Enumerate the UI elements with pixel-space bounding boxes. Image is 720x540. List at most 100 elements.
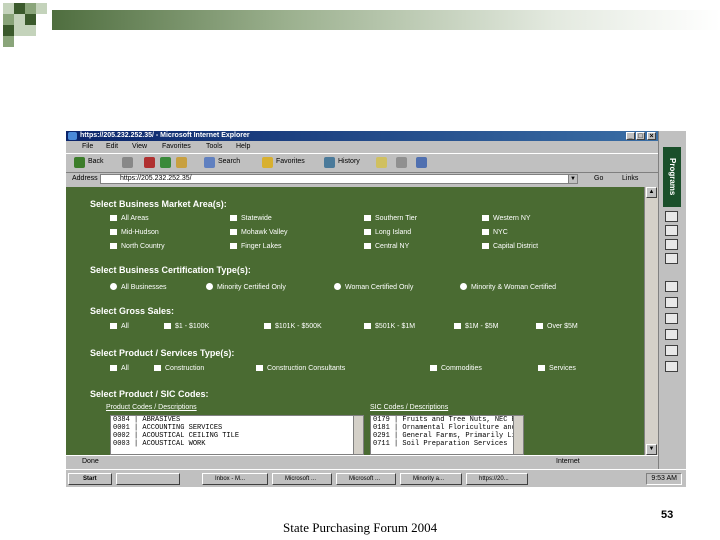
print-icon[interactable] bbox=[396, 157, 407, 168]
product-type-option[interactable]: Construction bbox=[154, 365, 204, 372]
window-titlebar: https://205.232.252.35/ - Microsoft Inte… bbox=[66, 131, 658, 141]
taskbar-item[interactable]: https://20... bbox=[466, 473, 528, 485]
quick-launch[interactable] bbox=[116, 473, 180, 485]
sales-option[interactable]: Over $5M bbox=[536, 323, 578, 330]
menu-view[interactable]: View bbox=[132, 143, 147, 150]
list-item[interactable]: 0291 | General Farms, Primarily Livesto bbox=[371, 432, 523, 440]
links-button[interactable]: Links bbox=[622, 175, 638, 182]
programs-sidebar: Programs bbox=[658, 131, 686, 469]
market-option[interactable]: Central NY bbox=[364, 243, 409, 250]
gross-sales-heading: Select Gross Sales: bbox=[90, 306, 175, 316]
sales-option[interactable]: $101K - $500K bbox=[264, 323, 322, 330]
edit-icon[interactable] bbox=[416, 157, 427, 168]
menu-help[interactable]: Help bbox=[236, 143, 250, 150]
market-option[interactable]: Mohawk Valley bbox=[230, 229, 288, 236]
shortcut-icon[interactable] bbox=[665, 211, 678, 222]
menu-tools[interactable]: Tools bbox=[206, 143, 222, 150]
history-button[interactable]: History bbox=[338, 158, 360, 165]
forward-arrow-icon[interactable] bbox=[122, 157, 133, 168]
history-icon[interactable] bbox=[324, 157, 335, 168]
address-dropdown-icon[interactable]: ▼ bbox=[568, 174, 578, 184]
back-arrow-icon[interactable] bbox=[74, 157, 85, 168]
programs-label[interactable]: Programs bbox=[663, 147, 681, 207]
market-option[interactable]: Mid-Hudson bbox=[110, 229, 159, 236]
slide-header-bar bbox=[52, 10, 720, 30]
shortcut-icon[interactable] bbox=[665, 281, 678, 292]
back-button[interactable]: Back bbox=[88, 158, 104, 165]
close-button[interactable]: × bbox=[647, 132, 656, 140]
shortcut-icon[interactable] bbox=[665, 239, 678, 250]
listbox-scrollbar[interactable] bbox=[513, 416, 523, 454]
product-type-option[interactable]: Services bbox=[538, 365, 576, 372]
taskbar-item[interactable]: Minority a... bbox=[400, 473, 462, 485]
list-item[interactable]: 0384 | ABRASIVES bbox=[111, 416, 363, 424]
shortcut-icon[interactable] bbox=[665, 313, 678, 324]
certification-radio[interactable]: All Businesses bbox=[110, 283, 167, 291]
sales-option[interactable]: $501K - $1M bbox=[364, 323, 415, 330]
market-option[interactable]: NYC bbox=[482, 229, 508, 236]
certification-radio[interactable]: Minority Certified Only bbox=[206, 283, 286, 291]
menu-favorites[interactable]: Favorites bbox=[162, 143, 191, 150]
menu-file[interactable]: File bbox=[82, 143, 93, 150]
list-item[interactable]: 0711 | Soil Preparation Services bbox=[371, 440, 523, 448]
shortcut-icon[interactable] bbox=[665, 361, 678, 372]
list-item[interactable]: 0003 | ACOUSTICAL WORK bbox=[111, 440, 363, 448]
page-scrollbar[interactable]: ▲ ▼ bbox=[644, 187, 659, 455]
maximize-button[interactable]: □ bbox=[636, 132, 645, 140]
market-option[interactable]: Capital District bbox=[482, 243, 538, 250]
taskbar-item[interactable]: Microsoft ... bbox=[336, 473, 396, 485]
certification-radio[interactable]: Woman Certified Only bbox=[334, 283, 413, 291]
listbox-scrollbar[interactable] bbox=[353, 416, 363, 454]
scroll-down-icon[interactable]: ▼ bbox=[646, 444, 657, 455]
stop-icon[interactable] bbox=[144, 157, 155, 168]
market-option[interactable]: Finger Lakes bbox=[230, 243, 281, 250]
market-option[interactable]: Statewide bbox=[230, 215, 272, 222]
market-option[interactable]: North Country bbox=[110, 243, 165, 250]
address-label: Address bbox=[72, 175, 98, 182]
shortcut-icon[interactable] bbox=[665, 329, 678, 340]
menu-bar: File Edit View Favorites Tools Help bbox=[66, 141, 658, 153]
refresh-icon[interactable] bbox=[160, 157, 171, 168]
address-value: https://205.232.252.35/ bbox=[120, 175, 192, 182]
search-button[interactable]: Search bbox=[218, 158, 240, 165]
sales-option[interactable]: $1 - $100K bbox=[164, 323, 209, 330]
product-codes-listbox[interactable]: 0384 | ABRASIVES 0001 | ACCOUNTING SERVI… bbox=[110, 415, 364, 455]
go-button[interactable]: Go bbox=[594, 175, 603, 182]
page-content: Select Business Market Area(s): All Area… bbox=[66, 187, 644, 455]
market-option[interactable]: All Areas bbox=[110, 215, 149, 222]
market-option[interactable]: Western NY bbox=[482, 215, 531, 222]
status-bar: Done Internet bbox=[66, 455, 658, 468]
list-item[interactable]: 0001 | ACCOUNTING SERVICES bbox=[111, 424, 363, 432]
market-option[interactable]: Long Island bbox=[364, 229, 411, 236]
product-type-option[interactable]: Commodities bbox=[430, 365, 482, 372]
favorites-button[interactable]: Favorites bbox=[276, 158, 305, 165]
taskbar-item[interactable]: Inbox - M... bbox=[202, 473, 268, 485]
product-type-option[interactable]: All bbox=[110, 365, 129, 372]
shortcut-icon[interactable] bbox=[665, 225, 678, 236]
certification-radio[interactable]: Minority & Woman Certified bbox=[460, 283, 556, 291]
minimize-button[interactable]: _ bbox=[626, 132, 635, 140]
scroll-up-icon[interactable]: ▲ bbox=[646, 187, 657, 198]
toolbar: Back Search Favorites History bbox=[66, 153, 658, 173]
market-option[interactable]: Southern Tier bbox=[364, 215, 417, 222]
list-item[interactable]: 0181 | Ornamental Floriculture and N... bbox=[371, 424, 523, 432]
list-item[interactable]: 0002 | ACOUSTICAL CEILING TILE bbox=[111, 432, 363, 440]
list-item[interactable]: 0179 | Fruits and Tree Nuts, NEC Else bbox=[371, 416, 523, 424]
mail-icon[interactable] bbox=[376, 157, 387, 168]
start-button[interactable]: Start bbox=[68, 473, 112, 485]
taskbar-item[interactable]: Microsoft ... bbox=[272, 473, 332, 485]
search-icon[interactable] bbox=[204, 157, 215, 168]
sales-option[interactable]: $1M - $5M bbox=[454, 323, 498, 330]
home-icon[interactable] bbox=[176, 157, 187, 168]
shortcut-icon[interactable] bbox=[665, 297, 678, 308]
shortcut-icon[interactable] bbox=[665, 345, 678, 356]
product-type-option[interactable]: Construction Consultants bbox=[256, 365, 345, 372]
sic-codes-listbox[interactable]: 0179 | Fruits and Tree Nuts, NEC Else 01… bbox=[370, 415, 524, 455]
browser-screenshot: https://205.232.252.35/ - Microsoft Inte… bbox=[66, 131, 686, 487]
window-title: https://205.232.252.35/ - Microsoft Inte… bbox=[80, 132, 250, 139]
sales-option[interactable]: All bbox=[110, 323, 129, 330]
menu-edit[interactable]: Edit bbox=[106, 143, 118, 150]
shortcut-icon[interactable] bbox=[665, 253, 678, 264]
favorites-icon[interactable] bbox=[262, 157, 273, 168]
product-codes-label: Product Codes / Descriptions bbox=[106, 404, 197, 411]
